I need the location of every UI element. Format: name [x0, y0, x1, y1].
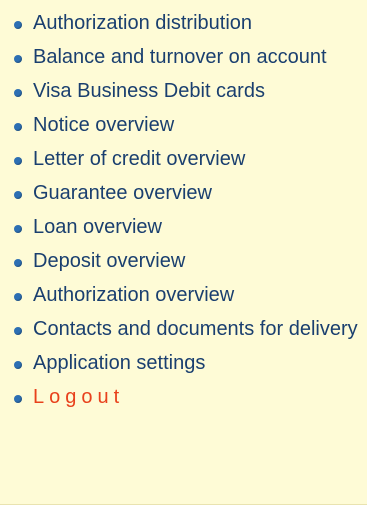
menu-item-loan-overview[interactable]: Loan overview — [0, 210, 367, 244]
menu-item-label: Authorization distribution — [33, 12, 253, 34]
menu-item-contacts-and-documents[interactable]: Contacts and documents for delivery — [0, 312, 367, 346]
bullet-icon — [14, 89, 22, 97]
menu-item-balance-and-turnover[interactable]: Balance and turnover on account — [0, 40, 367, 74]
menu-item-label: Visa Business Debit cards — [33, 80, 265, 102]
menu-item-label: Deposit overview — [33, 250, 186, 272]
menu-item-letter-of-credit-overview[interactable]: Letter of credit overview — [0, 142, 367, 176]
bullet-icon — [14, 361, 22, 369]
menu-item-label: Contacts and documents for delivery — [33, 318, 358, 340]
menu-item-deposit-overview[interactable]: Deposit overview — [0, 244, 367, 278]
bullet-icon — [14, 21, 22, 29]
bullet-icon — [14, 191, 22, 199]
logout-label: Logout — [33, 386, 125, 408]
menu-item-label: Authorization overview — [33, 284, 235, 306]
bullet-icon — [14, 259, 22, 267]
menu-item-label: Application settings — [33, 352, 206, 374]
bullet-icon — [14, 225, 22, 233]
bullet-icon — [14, 157, 22, 165]
menu-item-application-settings[interactable]: Application settings — [0, 346, 367, 380]
menu-item-label: Letter of credit overview — [33, 148, 246, 170]
bullet-icon — [14, 123, 22, 131]
menu-item-label: Guarantee overview — [33, 182, 212, 204]
navigation-menu: Authorization distribution Balance and t… — [0, 0, 367, 414]
bullet-icon — [14, 293, 22, 301]
bullet-icon — [14, 395, 22, 403]
menu-item-authorization-distribution[interactable]: Authorization distribution — [0, 6, 367, 40]
bullet-icon — [14, 55, 22, 63]
menu-item-authorization-overview[interactable]: Authorization overview — [0, 278, 367, 312]
logout-link[interactable]: Logout — [0, 380, 367, 414]
menu-item-label: Balance and turnover on account — [33, 46, 327, 68]
menu-item-label: Notice overview — [33, 114, 175, 136]
navigation-panel: Authorization distribution Balance and t… — [0, 0, 367, 505]
bullet-icon — [14, 327, 22, 335]
menu-item-visa-business-debit-cards[interactable]: Visa Business Debit cards — [0, 74, 367, 108]
menu-item-notice-overview[interactable]: Notice overview — [0, 108, 367, 142]
menu-item-guarantee-overview[interactable]: Guarantee overview — [0, 176, 367, 210]
menu-item-label: Loan overview — [33, 216, 162, 238]
